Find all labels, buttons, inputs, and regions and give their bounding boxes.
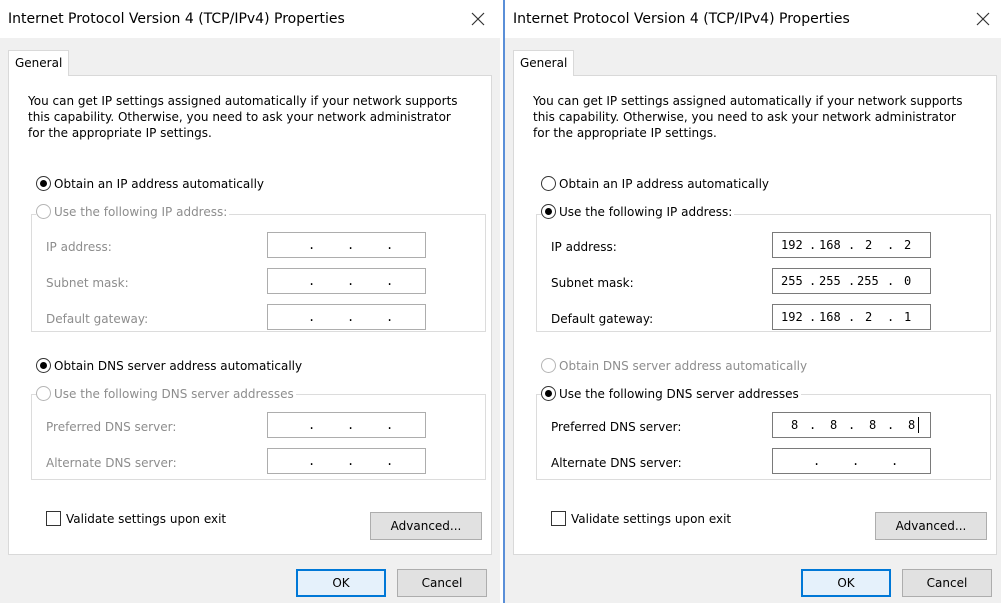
validate-checkbox-row[interactable]: Validate settings upon exit bbox=[46, 511, 226, 526]
preferred-dns-input[interactable]: 8 . 8 . 8 . 8 bbox=[772, 412, 931, 438]
alternate-dns-label: Alternate DNS server: bbox=[551, 456, 682, 470]
general-panel: You can get IP settings assigned automat… bbox=[513, 75, 997, 555]
radio-label: Use the following IP address: bbox=[54, 204, 228, 219]
validate-checkbox-row[interactable]: Validate settings upon exit bbox=[551, 511, 731, 526]
ip-octet: 192 bbox=[781, 310, 803, 324]
ip-octet: 255 bbox=[857, 274, 879, 288]
default-gateway-label: Default gateway: bbox=[551, 312, 654, 326]
ip-octet: 8 bbox=[830, 418, 838, 432]
ip-octet: 8 bbox=[908, 418, 916, 432]
title-bar: Internet Protocol Version 4 (TCP/IPv4) P… bbox=[0, 0, 500, 38]
tab-general[interactable]: General bbox=[8, 50, 70, 76]
radio-button[interactable] bbox=[36, 176, 51, 191]
alternate-dns-input[interactable]: ... bbox=[772, 448, 931, 474]
ip-octet: 8 bbox=[791, 418, 799, 432]
radio-button[interactable] bbox=[36, 358, 51, 373]
radio-button[interactable] bbox=[541, 176, 556, 191]
subnet-mask-label: Subnet mask: bbox=[46, 276, 129, 290]
default-gateway-label: Default gateway: bbox=[46, 312, 149, 326]
ip-address-input[interactable]: 192 . 168 . 2 . 2 bbox=[772, 232, 931, 258]
radio-label: Use the following DNS server addresses bbox=[54, 386, 294, 401]
validate-checkbox[interactable] bbox=[46, 511, 61, 526]
title-bar: Internet Protocol Version 4 (TCP/IPv4) P… bbox=[505, 0, 1001, 38]
radio-button[interactable] bbox=[36, 386, 51, 401]
general-panel: You can get IP settings assigned automat… bbox=[8, 75, 492, 555]
ip-address-label: IP address: bbox=[551, 240, 617, 254]
preferred-dns-input[interactable]: ... bbox=[267, 412, 426, 438]
dialog-client-area: General You can get IP settings assigned… bbox=[505, 38, 1001, 603]
validate-checkbox[interactable] bbox=[551, 511, 566, 526]
ip-octet: 192 bbox=[781, 238, 803, 252]
alternate-dns-input[interactable]: ... bbox=[267, 448, 426, 474]
intro-text: You can get IP settings assigned automat… bbox=[533, 94, 963, 140]
dialog-client-area: General You can get IP settings assigned… bbox=[0, 38, 500, 603]
validate-label: Validate settings upon exit bbox=[571, 511, 732, 526]
dialog-title: Internet Protocol Version 4 (TCP/IPv4) P… bbox=[8, 11, 345, 27]
radio-use-following-dns[interactable]: Use the following DNS server addresses bbox=[36, 386, 296, 401]
subnet-mask-input[interactable]: ... bbox=[267, 268, 426, 294]
tab-general[interactable]: General bbox=[513, 50, 575, 76]
close-icon[interactable] bbox=[969, 5, 997, 33]
radio-label: Use the following DNS server addresses bbox=[559, 386, 799, 401]
cancel-button[interactable]: Cancel bbox=[902, 569, 992, 597]
preferred-dns-label: Preferred DNS server: bbox=[551, 420, 682, 434]
ok-button[interactable]: OK bbox=[801, 569, 891, 597]
radio-use-following-ip[interactable]: Use the following IP address: bbox=[541, 204, 735, 219]
radio-label: Obtain DNS server address automatically bbox=[559, 358, 808, 373]
dialog-title: Internet Protocol Version 4 (TCP/IPv4) P… bbox=[513, 11, 850, 27]
intro-text: You can get IP settings assigned automat… bbox=[28, 94, 458, 140]
radio-use-following-dns[interactable]: Use the following DNS server addresses bbox=[541, 386, 801, 401]
default-gateway-input[interactable]: ... bbox=[267, 304, 426, 330]
radio-button[interactable] bbox=[541, 386, 556, 401]
radio-button[interactable] bbox=[541, 204, 556, 219]
ipv4-dialog-auto: Internet Protocol Version 4 (TCP/IPv4) P… bbox=[0, 0, 500, 603]
advanced-button[interactable]: Advanced... bbox=[370, 512, 482, 540]
ip-address-input[interactable]: ... bbox=[267, 232, 426, 258]
ip-address-label: IP address: bbox=[46, 240, 112, 254]
radio-label: Obtain an IP address automatically bbox=[559, 176, 770, 191]
alternate-dns-label: Alternate DNS server: bbox=[46, 456, 177, 470]
advanced-button[interactable]: Advanced... bbox=[875, 512, 987, 540]
radio-button[interactable] bbox=[541, 358, 556, 373]
default-gateway-input[interactable]: 192 . 168 . 2 . 1 bbox=[772, 304, 931, 330]
close-icon[interactable] bbox=[464, 5, 492, 33]
ip-octet: 1 bbox=[904, 310, 912, 324]
radio-obtain-dns-auto[interactable]: Obtain DNS server address automatically bbox=[541, 358, 810, 373]
ip-octet: 2 bbox=[865, 238, 873, 252]
ip-octet: 2 bbox=[865, 310, 873, 324]
ok-button[interactable]: OK bbox=[296, 569, 386, 597]
ip-octet: 168 bbox=[819, 310, 841, 324]
radio-obtain-ip-auto[interactable]: Obtain an IP address automatically bbox=[36, 176, 267, 191]
ip-octet: 0 bbox=[904, 274, 912, 288]
ip-octet: 255 bbox=[781, 274, 803, 288]
validate-label: Validate settings upon exit bbox=[66, 511, 227, 526]
radio-label: Obtain an IP address automatically bbox=[54, 176, 265, 191]
preferred-dns-label: Preferred DNS server: bbox=[46, 420, 177, 434]
subnet-mask-input[interactable]: 255 . 255 . 255 . 0 bbox=[772, 268, 931, 294]
text-cursor bbox=[918, 417, 919, 433]
subnet-mask-label: Subnet mask: bbox=[551, 276, 634, 290]
ip-octet: 168 bbox=[819, 238, 841, 252]
radio-obtain-ip-auto[interactable]: Obtain an IP address automatically bbox=[541, 176, 772, 191]
cancel-button[interactable]: Cancel bbox=[397, 569, 487, 597]
radio-label: Obtain DNS server address automatically bbox=[54, 358, 303, 373]
radio-obtain-dns-auto[interactable]: Obtain DNS server address automatically bbox=[36, 358, 305, 373]
ip-octet: 2 bbox=[904, 238, 912, 252]
ip-octet: 255 bbox=[819, 274, 841, 288]
ip-octet: 8 bbox=[869, 418, 877, 432]
radio-use-following-ip[interactable]: Use the following IP address: bbox=[36, 204, 230, 219]
ipv4-dialog-manual: Internet Protocol Version 4 (TCP/IPv4) P… bbox=[505, 0, 1001, 603]
radio-label: Use the following IP address: bbox=[559, 204, 733, 219]
radio-button[interactable] bbox=[36, 204, 51, 219]
